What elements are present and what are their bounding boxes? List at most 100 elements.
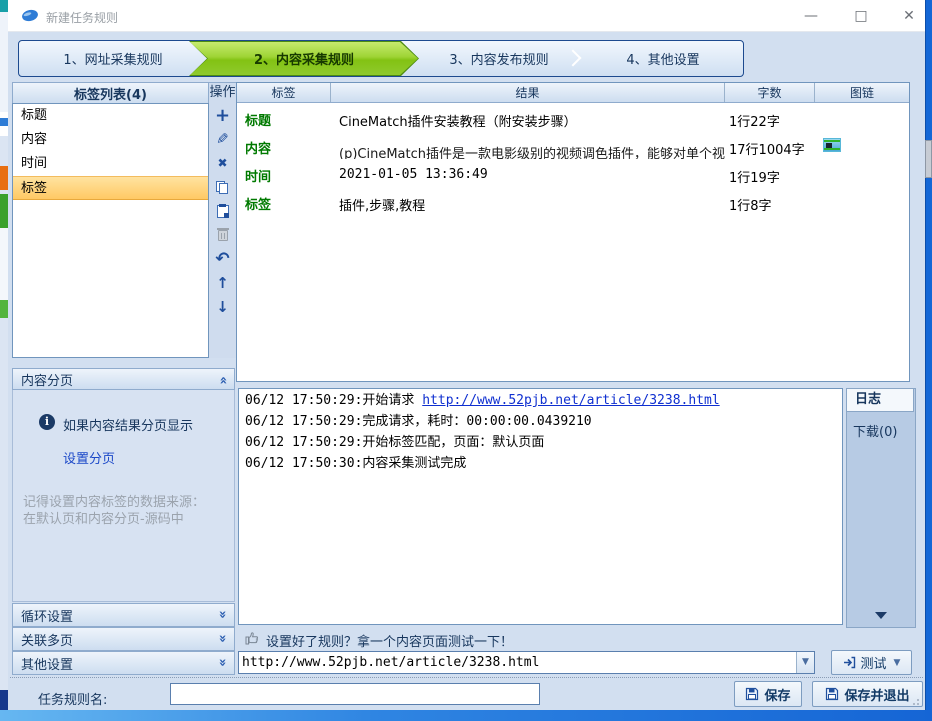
- log-line: 06/12 17:50:29:开始请求 http://www.52pjb.net…: [245, 392, 842, 410]
- taskbar-strip: [0, 710, 932, 721]
- tag-list: 标题 内容 时间 标签: [12, 103, 209, 358]
- pagination-info-text: 如果内容结果分页显示: [63, 415, 193, 434]
- close-button[interactable]: ✕: [892, 4, 926, 28]
- result-table-header: 标签 结果 字数 图链: [237, 83, 909, 103]
- table-row[interactable]: 内容 (p)CineMatch插件是一款电影级别的视频调色插件，能够对单个视 1…: [237, 133, 909, 161]
- log-url-link[interactable]: http://www.52pjb.net/article/3238.html: [422, 393, 719, 408]
- log-output[interactable]: 06/12 17:50:29:开始请求 http://www.52pjb.net…: [238, 388, 843, 625]
- set-pagination-link[interactable]: 设置分页: [63, 448, 115, 467]
- minimize-button[interactable]: —: [794, 4, 828, 28]
- row-result: 插件,步骤,教程: [339, 195, 727, 215]
- row-count: 1行22字: [729, 111, 780, 130]
- collapse-down-icon[interactable]: «: [220, 608, 226, 623]
- undo-icon[interactable]: ↶: [209, 247, 236, 271]
- column-header-result[interactable]: 结果: [331, 83, 725, 102]
- log-line: 06/12 17:50:30:内容采集测试完成: [245, 455, 842, 473]
- move-down-icon[interactable]: ↓: [209, 295, 236, 319]
- save-exit-button[interactable]: 保存并退出: [812, 681, 923, 707]
- tab-content-rules[interactable]: 2、内容采集规则: [189, 41, 419, 76]
- side-panel: 日志 下载(0): [846, 388, 916, 628]
- test-button[interactable]: 测试 ▼: [831, 650, 912, 675]
- pagination-panel-title: 内容分页: [21, 370, 73, 389]
- collapse-up-icon[interactable]: «: [220, 372, 226, 387]
- paste-icon[interactable]: [209, 199, 236, 223]
- table-row[interactable]: 标题 CineMatch插件安装教程（附安装步骤） 1行22字: [237, 105, 909, 133]
- operations-header: 操作: [209, 83, 236, 103]
- row-tag: 标题: [245, 110, 271, 129]
- tab-publish-rules[interactable]: 3、内容发布规则: [417, 41, 581, 76]
- move-up-icon[interactable]: ↑: [209, 271, 236, 295]
- thumbs-up-icon: [244, 630, 260, 646]
- rule-name-label: 任务规则名:: [38, 689, 107, 708]
- info-icon: i: [39, 414, 55, 430]
- maximize-button[interactable]: □: [844, 4, 878, 28]
- test-button-label: 测试: [861, 653, 887, 672]
- wizard-tabstrip: 1、网址采集规则 2、内容采集规则 3、内容发布规则 4、其他设置: [18, 40, 744, 77]
- tag-item-content[interactable]: 内容: [13, 128, 208, 152]
- log-line: 06/12 17:50:29:开始标签匹配，页面：默认页面: [245, 434, 842, 452]
- result-table: 标签 结果 字数 图链 标题 CineMatch插件安装教程（附安装步骤） 1行…: [236, 82, 910, 382]
- row-count: 17行1004字: [729, 139, 805, 158]
- image-link-icon[interactable]: [823, 138, 841, 152]
- add-icon[interactable]: +: [209, 103, 236, 127]
- collapse-down-icon[interactable]: «: [220, 632, 226, 647]
- test-url-combobox: ▼: [238, 651, 815, 674]
- row-tag: 内容: [245, 138, 271, 157]
- pagination-panel-header[interactable]: 内容分页 «: [12, 368, 235, 390]
- column-header-imagelink[interactable]: 图链: [815, 83, 909, 102]
- tag-list-header: 标签列表(4): [12, 82, 209, 104]
- panel-linked-pages[interactable]: 关联多页 «: [12, 627, 235, 651]
- panel-loop-settings[interactable]: 循环设置 «: [12, 603, 235, 627]
- background-window-scrollbar: [925, 140, 932, 178]
- tab-download[interactable]: 下载(0): [853, 421, 897, 440]
- desktop-background: [925, 0, 932, 721]
- tab-other-settings[interactable]: 4、其他设置: [581, 41, 744, 76]
- row-result: (p)CineMatch插件是一款电影级别的视频调色插件，能够对单个视: [339, 143, 727, 159]
- panel-other-settings[interactable]: 其他设置 «: [12, 651, 235, 675]
- tag-item-tags[interactable]: 标签: [13, 176, 208, 200]
- screen: 新建任务规则 — □ ✕ 1、网址采集规则 2、内容采集规则 3、内容发布规则 …: [0, 0, 932, 721]
- column-header-tag[interactable]: 标签: [237, 83, 331, 102]
- pagination-panel-body: i 如果内容结果分页显示 设置分页 记得设置内容标签的数据来源： 在默认页和内容…: [12, 390, 235, 602]
- rule-name-input[interactable]: [170, 683, 540, 705]
- row-result: CineMatch插件安装教程（附安装步骤）: [339, 111, 727, 131]
- edit-icon[interactable]: ✎: [209, 127, 236, 151]
- row-result: 2021-01-05 13:36:49: [339, 167, 727, 187]
- save-button[interactable]: 保存: [734, 681, 802, 707]
- save-button-label: 保存: [764, 685, 790, 704]
- row-tag: 标签: [245, 194, 271, 213]
- log-line: 06/12 17:50:29:完成请求，耗时：00:00:00.0439210: [245, 413, 842, 431]
- window-title: 新建任务规则: [46, 9, 118, 26]
- row-count: 1行8字: [729, 195, 772, 214]
- scroll-down-icon[interactable]: [875, 612, 887, 619]
- table-row[interactable]: 标签 插件,步骤,教程 1行8字: [237, 189, 909, 217]
- test-prompt: 设置好了规则？拿一个内容页面测试一下！: [266, 631, 513, 650]
- copy-icon[interactable]: [209, 175, 236, 199]
- panel-title: 其他设置: [21, 654, 73, 673]
- delete-icon[interactable]: ✖: [209, 151, 236, 175]
- test-dropdown-icon[interactable]: ▼: [894, 658, 901, 668]
- background-window-edge: [0, 0, 8, 710]
- tab-url-rules[interactable]: 1、网址采集规则: [19, 41, 207, 76]
- title-bar: [8, 0, 925, 32]
- test-url-input[interactable]: [242, 653, 792, 672]
- save-exit-button-label: 保存并退出: [844, 685, 909, 704]
- save-icon: [825, 687, 839, 701]
- save-icon: [745, 687, 759, 701]
- bottom-separator: [10, 677, 923, 678]
- column-header-count[interactable]: 字数: [725, 83, 815, 102]
- resize-grip[interactable]: [912, 698, 920, 706]
- operations-column: 操作 + ✎ ✖ ↶ ↑ ↓: [209, 82, 236, 358]
- collapse-down-icon[interactable]: «: [220, 656, 226, 671]
- url-dropdown-icon[interactable]: ▼: [796, 652, 814, 673]
- row-tag: 时间: [245, 166, 271, 185]
- trash-icon[interactable]: [209, 223, 236, 247]
- tag-item-time[interactable]: 时间: [13, 152, 208, 176]
- panel-title: 循环设置: [21, 606, 73, 625]
- tag-item-title[interactable]: 标题: [13, 104, 208, 128]
- table-row[interactable]: 时间 2021-01-05 13:36:49 1行19字: [237, 161, 909, 189]
- row-count: 1行19字: [729, 167, 780, 186]
- panel-title: 关联多页: [21, 630, 73, 649]
- tab-content-rules-label: 2、内容采集规则: [190, 42, 418, 75]
- tab-log[interactable]: 日志: [846, 388, 914, 412]
